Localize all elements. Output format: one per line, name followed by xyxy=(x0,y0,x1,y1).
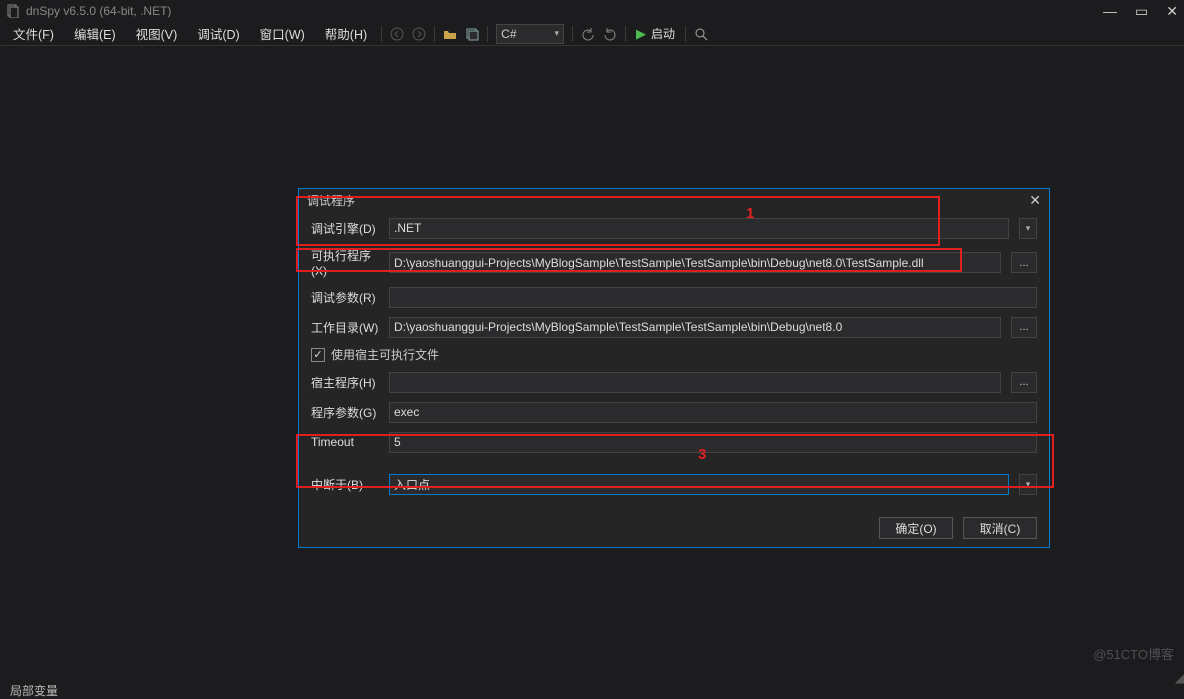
label-timeout: Timeout xyxy=(311,435,379,449)
menu-bar: 文件(F) 编辑(E) 视图(V) 调试(D) 窗口(W) 帮助(H) C# ▾… xyxy=(0,22,1184,46)
language-value: C# xyxy=(501,27,516,41)
language-select[interactable]: C# ▾ xyxy=(496,24,564,44)
menu-file[interactable]: 文件(F) xyxy=(3,24,64,43)
window-titlebar: dnSpy v6.5.0 (64-bit, .NET) — ▭ ✕ xyxy=(0,0,1184,22)
menu-window[interactable]: 窗口(W) xyxy=(250,24,315,43)
row-host-program: 宿主程序(H) ... xyxy=(311,371,1037,393)
watermark: @51CTO博客 xyxy=(1093,644,1174,663)
label-workdir: 工作目录(W) xyxy=(311,319,379,336)
executable-browse-button[interactable]: ... xyxy=(1011,252,1037,273)
open-folder-icon[interactable] xyxy=(442,26,458,42)
minimize-button[interactable]: — xyxy=(1103,3,1117,20)
label-use-host: 使用宿主可执行文件 xyxy=(331,346,439,363)
row-workdir: 工作目录(W) D:\yaoshuanggui-Projects\MyBlogS… xyxy=(311,316,1037,338)
cancel-button[interactable]: 取消(C) xyxy=(963,517,1037,539)
menu-debug[interactable]: 调试(D) xyxy=(187,24,249,43)
arguments-input[interactable] xyxy=(389,287,1037,308)
label-break-at: 中断于(B) xyxy=(311,476,379,493)
host-program-input[interactable] xyxy=(389,372,1001,393)
debug-dialog: 调试程序 ✕ 调试引擎(D) .NET ▾ 可执行程序(X) D:\yaoshu… xyxy=(298,188,1050,548)
row-program-args: 程序参数(G) exec xyxy=(311,401,1037,423)
dialog-title: 调试程序 xyxy=(307,192,355,209)
toolbar-separator xyxy=(685,26,686,42)
start-label: 启动 xyxy=(651,25,675,42)
dialog-body: 调试引擎(D) .NET ▾ 可执行程序(X) D:\yaoshuanggui-… xyxy=(299,211,1049,513)
break-at-select[interactable]: 入口点 xyxy=(389,474,1009,495)
program-args-input[interactable]: exec xyxy=(389,402,1037,423)
break-at-dropdown-button[interactable]: ▾ xyxy=(1019,474,1037,495)
executable-input[interactable]: D:\yaoshuanggui-Projects\MyBlogSample\Te… xyxy=(389,252,1001,273)
label-engine: 调试引擎(D) xyxy=(311,220,379,237)
checkmark-icon: ✓ xyxy=(313,348,322,361)
ok-button[interactable]: 确定(O) xyxy=(879,517,953,539)
redo-icon[interactable] xyxy=(602,26,618,42)
workdir-value: D:\yaoshuanggui-Projects\MyBlogSample\Te… xyxy=(394,320,842,334)
label-program-args: 程序参数(G) xyxy=(311,404,379,421)
engine-value: .NET xyxy=(394,221,421,235)
start-debug-button[interactable]: ▶ 启动 xyxy=(636,25,675,42)
tab-local-variables[interactable]: 局部变量 xyxy=(4,682,64,699)
row-break-at: 中断于(B) 入口点 ▾ xyxy=(311,473,1037,495)
toolbar-separator xyxy=(625,26,626,42)
save-all-icon[interactable] xyxy=(464,26,480,42)
program-args-value: exec xyxy=(394,405,419,419)
toolbar-separator xyxy=(572,26,573,42)
engine-dropdown-button[interactable]: ▾ xyxy=(1019,218,1037,239)
menu-help[interactable]: 帮助(H) xyxy=(315,24,377,43)
window-controls: — ▭ ✕ xyxy=(1103,3,1178,20)
toolbar-separator xyxy=(381,26,382,42)
row-arguments: 调试参数(R) xyxy=(311,286,1037,308)
dialog-titlebar: 调试程序 ✕ xyxy=(299,189,1049,211)
app-icon xyxy=(6,4,20,18)
resize-handle-icon: ◢ xyxy=(1175,671,1182,685)
host-program-browse-button[interactable]: ... xyxy=(1011,372,1037,393)
row-engine: 调试引擎(D) .NET ▾ xyxy=(311,217,1037,239)
window-title: dnSpy v6.5.0 (64-bit, .NET) xyxy=(26,4,171,18)
menu-view[interactable]: 视图(V) xyxy=(126,24,188,43)
undo-icon[interactable] xyxy=(580,26,596,42)
dialog-close-button[interactable]: ✕ xyxy=(1029,192,1041,209)
nav-back-icon[interactable] xyxy=(389,26,405,42)
toolbar-separator xyxy=(434,26,435,42)
dialog-footer: 确定(O) 取消(C) xyxy=(299,513,1049,547)
timeout-input[interactable]: 5 xyxy=(389,432,1037,453)
nav-forward-icon[interactable] xyxy=(411,26,427,42)
row-timeout: Timeout 5 xyxy=(311,431,1037,453)
label-arguments: 调试参数(R) xyxy=(311,289,379,306)
workdir-input[interactable]: D:\yaoshuanggui-Projects\MyBlogSample\Te… xyxy=(389,317,1001,338)
close-button[interactable]: ✕ xyxy=(1166,3,1178,20)
menu-edit[interactable]: 编辑(E) xyxy=(64,24,126,43)
break-at-value: 入口点 xyxy=(394,476,430,493)
search-icon[interactable] xyxy=(693,26,709,42)
row-use-host: ✓ 使用宿主可执行文件 xyxy=(311,346,1037,363)
label-host-program: 宿主程序(H) xyxy=(311,374,379,391)
play-icon: ▶ xyxy=(636,26,646,42)
maximize-button[interactable]: ▭ xyxy=(1135,3,1148,20)
row-executable: 可执行程序(X) D:\yaoshuanggui-Projects\MyBlog… xyxy=(311,247,1037,278)
engine-select[interactable]: .NET xyxy=(389,218,1009,239)
executable-value: D:\yaoshuanggui-Projects\MyBlogSample\Te… xyxy=(394,256,924,270)
timeout-value: 5 xyxy=(394,435,401,449)
use-host-checkbox[interactable]: ✓ xyxy=(311,348,325,362)
label-executable: 可执行程序(X) xyxy=(311,247,379,278)
toolbar-separator xyxy=(487,26,488,42)
workdir-browse-button[interactable]: ... xyxy=(1011,317,1037,338)
chevron-down-icon: ▾ xyxy=(555,28,560,39)
